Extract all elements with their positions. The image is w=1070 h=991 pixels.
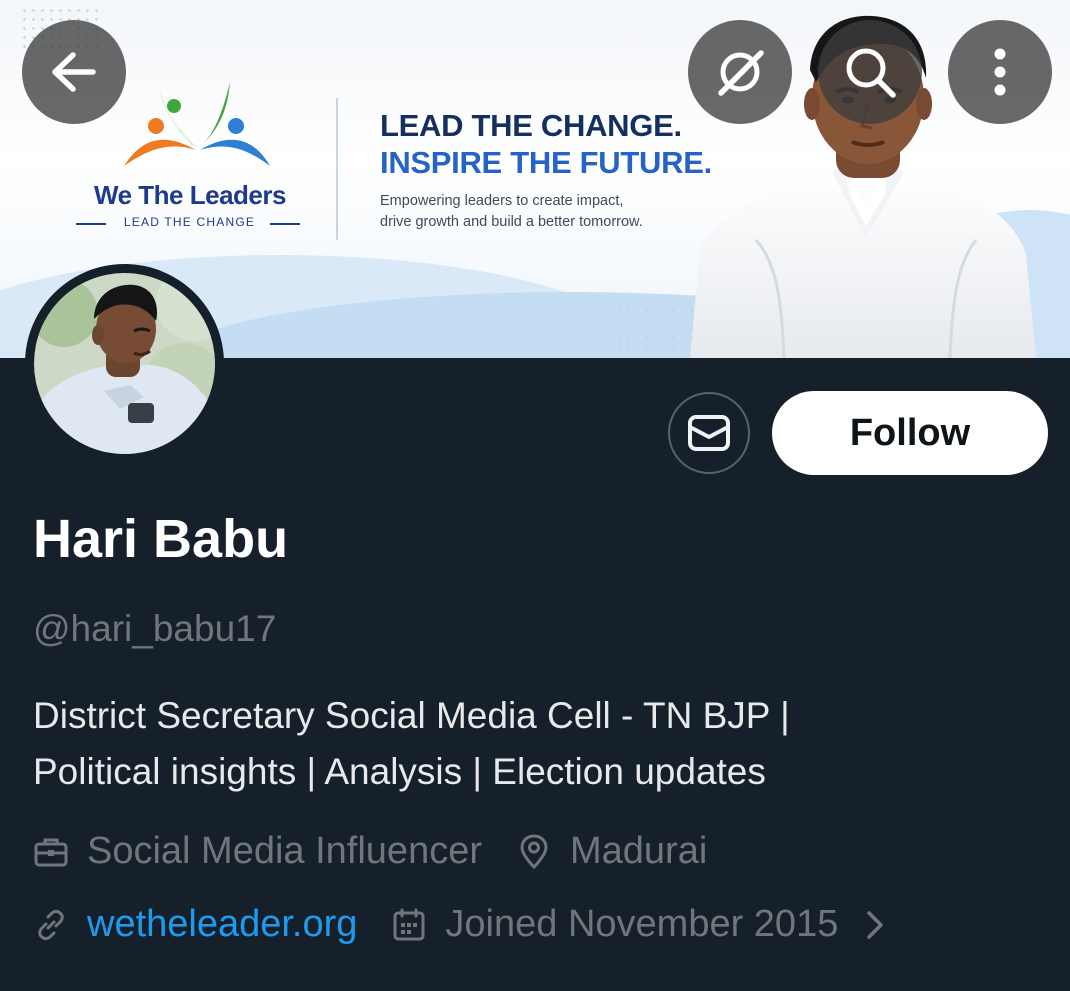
location-text: Madurai	[570, 830, 708, 872]
briefcase-icon	[33, 834, 69, 870]
profile-location: Madurai	[516, 830, 707, 873]
banner-tagline: Empowering leaders to create impact, dri…	[380, 191, 680, 233]
back-button[interactable]	[22, 20, 126, 124]
joined-text: Joined November 2015	[445, 903, 839, 945]
profile-display-name: Hari Babu	[33, 509, 289, 569]
profile-category: Social Media Influencer	[33, 830, 482, 873]
banner-dots	[615, 306, 695, 354]
envelope-icon	[688, 415, 730, 451]
brand-tagline: LEAD THE CHANGE	[123, 215, 256, 229]
profile-handle: @hari_babu17	[33, 608, 277, 649]
banner-headline-accent: INSPIRE THE FUTURE.	[380, 145, 712, 180]
search-icon	[846, 48, 896, 98]
website-link[interactable]: wetheleader.org	[87, 903, 357, 946]
arrow-left-icon	[52, 52, 96, 92]
profile-meta-row: Social Media Influencer Madurai	[33, 830, 707, 873]
divider	[336, 98, 338, 240]
profile-bio: District Secretary Social Media Cell - T…	[33, 688, 1043, 800]
link-icon	[33, 907, 69, 943]
banner-headline: LEAD THE CHANGE.	[380, 108, 682, 143]
more-button[interactable]	[948, 20, 1052, 124]
location-pin-icon	[516, 833, 552, 870]
profile-website[interactable]: wetheleader.org	[33, 903, 357, 946]
category-text: Social Media Influencer	[87, 830, 482, 872]
calendar-icon	[391, 907, 427, 943]
profile-page: We The Leaders LEAD THE CHANGE LEAD THE …	[0, 0, 1070, 991]
brand-name: We The Leaders	[94, 180, 286, 210]
tagline-line: drive growth and build a better tomorrow…	[380, 214, 643, 230]
divider	[76, 223, 106, 225]
follow-button[interactable]: Follow	[772, 391, 1048, 475]
brand-logo-icon	[124, 82, 270, 166]
bio-line: District Secretary Social Media Cell - T…	[33, 695, 790, 736]
profile-meta-row: wetheleader.org Joined November 2015	[33, 903, 886, 946]
slashed-circle-icon	[718, 50, 764, 96]
search-button[interactable]	[818, 20, 922, 124]
avatar-image	[34, 273, 215, 454]
avatar[interactable]	[25, 264, 224, 463]
bio-line: Political insights | Analysis | Election…	[33, 751, 766, 792]
grok-button[interactable]	[688, 20, 792, 124]
profile-joined[interactable]: Joined November 2015	[391, 903, 886, 946]
message-button[interactable]	[668, 392, 750, 474]
avatar-photo	[34, 273, 215, 454]
more-vertical-icon	[994, 48, 1006, 96]
chevron-right-icon[interactable]	[864, 907, 886, 943]
tagline-line: Empowering leaders to create impact,	[380, 193, 624, 209]
divider	[270, 223, 300, 225]
